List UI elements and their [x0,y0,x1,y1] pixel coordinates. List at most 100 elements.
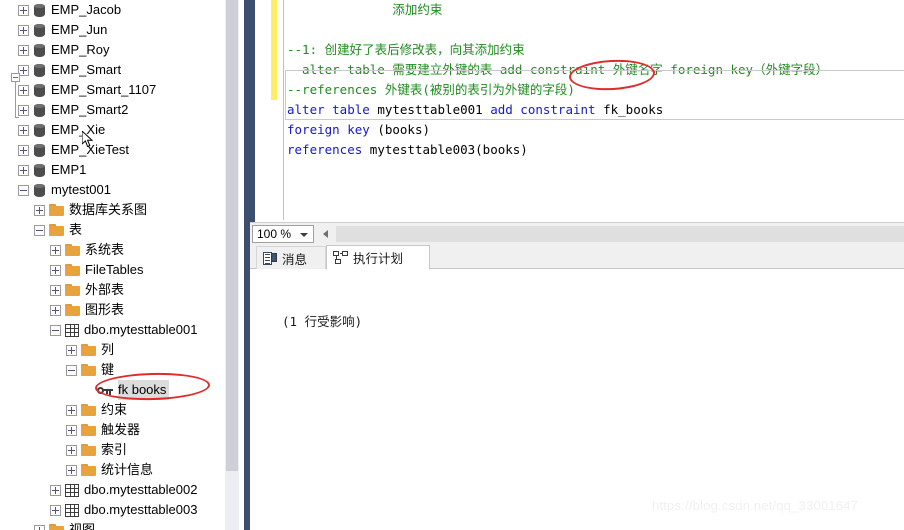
tree-node-1[interactable]: EMP_Jun [0,20,225,40]
database-icon [33,143,46,158]
expander-toggle[interactable] [50,324,61,336]
tree-node-11[interactable]: 表 [0,220,225,240]
tree-node-label: mytest001 [51,182,111,197]
changed-lines-marker [271,0,277,100]
expander-toggle[interactable] [50,244,61,256]
tree-node-2[interactable]: EMP_Roy [0,40,225,60]
code-token: (books) [377,122,430,137]
tree-node-label: 约束 [101,402,128,417]
code-token: add constraint [490,102,604,117]
expander-toggle[interactable] [18,24,29,36]
chevron-down-icon[interactable] [300,233,308,237]
mouse-cursor-icon [82,131,94,148]
tree-node-20[interactable]: 约束 [0,400,225,420]
tree-node-8[interactable]: EMP1 [0,160,225,180]
tree-node-13[interactable]: FileTables [0,260,225,280]
tree-node-15[interactable]: 图形表 [0,300,225,320]
object-explorer-tree[interactable]: EMP_Jacob EMP_Jun EMP_Roy EMP_Smart EMP_Smar… [0,0,225,530]
messages-icon [263,251,277,265]
code-token: fk_books [603,102,664,117]
tree-node-19[interactable]: fk books [0,380,225,400]
expander-toggle[interactable] [18,104,29,116]
tree-vertical-scrollbar[interactable] [225,0,239,530]
tree-node-label: EMP_Roy [51,42,110,57]
tree-node-7[interactable]: EMP_XieTest [0,140,225,160]
tree-node-10[interactable]: 数据库关系图 [0,200,225,220]
scroll-left-arrow-icon[interactable] [318,225,335,243]
folder-icon [81,403,96,417]
code-token: mytesttable001 [377,102,491,117]
tree-node-23[interactable]: 统计信息 [0,460,225,480]
table-icon [65,503,79,517]
expander-toggle[interactable] [66,364,77,376]
tree-node-14[interactable]: 外部表 [0,280,225,300]
tree-node-4[interactable]: EMP_Smart_1107 [0,80,225,100]
code-token: 添加约束 [287,2,443,17]
tree-node-0[interactable]: EMP_Jacob [0,0,225,20]
results-body: (1 行受影响) [250,269,904,530]
expander-toggle[interactable] [34,224,45,236]
expander-toggle[interactable] [50,504,61,516]
expander-toggle[interactable] [50,484,61,496]
code-token: mytesttable003(books) [369,142,528,157]
tree-node-label: 系统表 [85,242,125,257]
key-icon [97,385,113,396]
expander-toggle[interactable] [66,344,77,356]
code-region-bracket [15,82,19,118]
database-icon [33,183,46,198]
expander-toggle[interactable] [18,144,29,156]
tree-node-label: dbo.mytesttable001 [84,322,198,337]
tree-node-9[interactable]: mytest001 [0,180,225,200]
code-collapse-toggle[interactable] [11,73,20,82]
tree-node-label: 索引 [101,442,128,457]
expander-toggle[interactable] [34,524,45,530]
tree-node-label: 表 [69,222,83,237]
expander-toggle[interactable] [18,4,29,16]
tree-node-6[interactable]: EMP_Xie [0,120,225,140]
expander-toggle[interactable] [66,464,77,476]
expander-toggle[interactable] [66,424,77,436]
tree-node-label: EMP1 [51,162,87,177]
tree-node-25[interactable]: dbo.mytesttable003 [0,500,225,520]
tree-node-18[interactable]: 键 [0,360,225,380]
editor-horizontal-scrollbar[interactable] [336,226,904,242]
expander-toggle[interactable] [66,444,77,456]
expander-toggle[interactable] [18,44,29,56]
sql-editor[interactable]: 添加约束 --1: 创建好了表后修改表，向其添加约束 --alter table 需… [263,0,904,220]
sql-code-text[interactable]: 添加约束 --1: 创建好了表后修改表，向其添加约束 --alter table 需… [287,0,904,160]
database-icon [33,63,46,78]
expander-toggle[interactable] [50,284,61,296]
zoom-level-dropdown[interactable]: 100 % [252,225,314,243]
tree-node-17[interactable]: 列 [0,340,225,360]
tab-messages[interactable]: 消息 [256,246,326,269]
expander-toggle[interactable] [18,84,29,96]
expander-toggle[interactable] [18,184,29,196]
editor-zoom-bar[interactable]: 100 % [250,222,904,244]
ssms-window: EMP_Jacob EMP_Jun EMP_Roy EMP_Smart EMP_Smar… [0,0,904,530]
expander-toggle[interactable] [50,264,61,276]
expander-toggle[interactable] [34,204,45,216]
tree-node-16[interactable]: dbo.mytesttable001 [0,320,225,340]
tab-execution-plan[interactable]: 执行计划 [326,245,430,270]
expander-toggle[interactable] [66,404,77,416]
results-panel: 消息 执行计划 (1 行受影响) [250,244,904,530]
execution-plan-icon [333,251,348,264]
tree-node-5[interactable]: EMP_Smart2 [0,100,225,120]
tree-node-22[interactable]: 索引 [0,440,225,460]
folder-icon [81,423,96,437]
tab-messages-label: 消息 [282,252,308,267]
tree-scrollbar-thumb[interactable] [226,0,238,471]
tree-node-3[interactable]: EMP_Smart [0,60,225,80]
results-tabstrip[interactable]: 消息 执行计划 [250,244,904,270]
code-line-2: --1: 创建好了表后修改表，向其添加约束 [287,40,904,60]
tree-node-21[interactable]: 触发器 [0,420,225,440]
expander-toggle[interactable] [18,164,29,176]
code-line-3: --alter table 需要建立外键的表 add constraint 外键… [287,60,904,80]
tree-node-24[interactable]: dbo.mytesttable002 [0,480,225,500]
expander-toggle[interactable] [18,124,29,136]
tree-node-26[interactable]: 视图 [0,520,225,530]
expander-toggle[interactable] [50,304,61,316]
tree-node-12[interactable]: 系统表 [0,240,225,260]
code-token: --1: 创建好了表后修改表，向其添加约束 [287,42,525,57]
